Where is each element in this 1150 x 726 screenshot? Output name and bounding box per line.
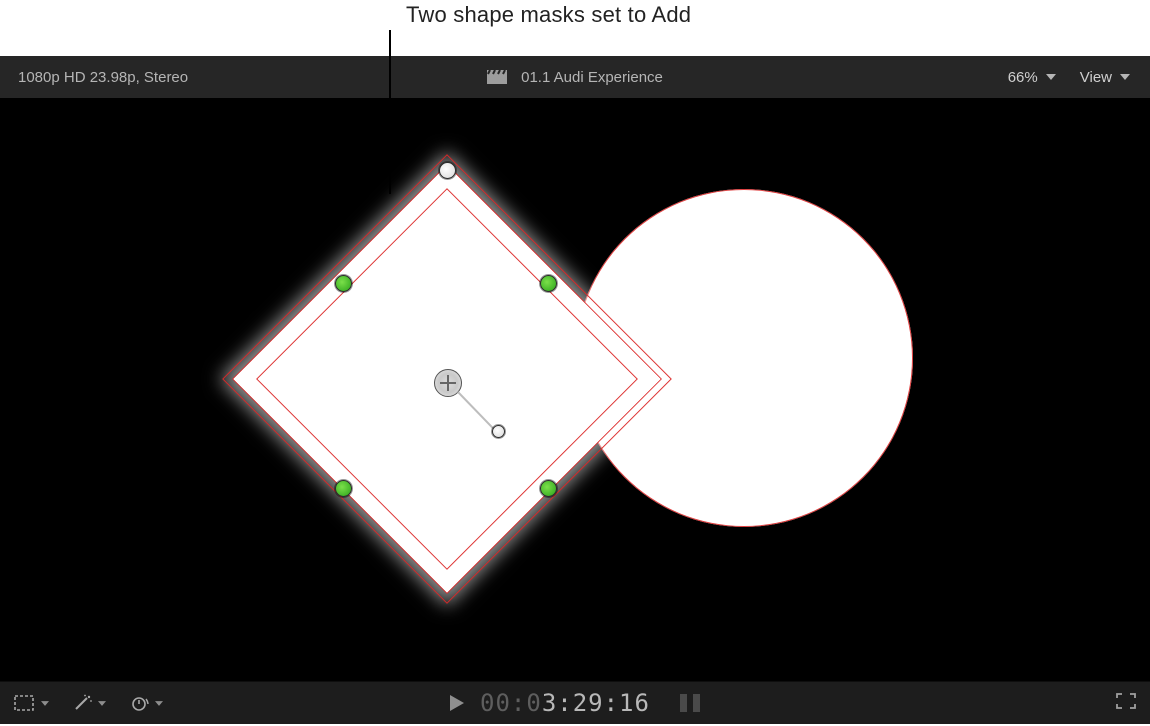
video-frame: [60, 105, 1090, 669]
callout-leader-line: [389, 30, 391, 194]
fullscreen-button[interactable]: [1116, 696, 1136, 713]
chevron-down-icon: [1120, 74, 1130, 80]
loop-range-handles[interactable]: [680, 694, 700, 712]
view-menu[interactable]: View: [1080, 69, 1130, 86]
zoom-menu[interactable]: 66%: [1008, 69, 1056, 86]
transform-crop-menu[interactable]: [14, 695, 49, 711]
viewer-footer: 00:03:29:16: [0, 681, 1150, 724]
viewer-canvas[interactable]: [0, 98, 1150, 682]
chevron-down-icon: [41, 701, 49, 706]
mask-corner-handle[interactable]: [439, 162, 456, 179]
mask-edge-handle[interactable]: [335, 480, 352, 497]
viewer-panel: 1080p HD 23.98p, Stereo 01.1 Audi Experi…: [0, 56, 1150, 724]
timecode-prefix: 00:0: [480, 689, 542, 717]
zoom-value: 66%: [1008, 69, 1038, 86]
mask-edge-handle[interactable]: [335, 275, 352, 292]
play-button[interactable]: [450, 695, 464, 711]
retime-menu[interactable]: [130, 695, 163, 711]
view-label: View: [1080, 69, 1112, 86]
mask-edge-handle[interactable]: [540, 480, 557, 497]
viewer-header: 1080p HD 23.98p, Stereo 01.1 Audi Experi…: [0, 56, 1150, 99]
timecode-value: 3:29:16: [542, 689, 650, 717]
enhance-wand-menu[interactable]: [73, 694, 106, 712]
chevron-down-icon: [155, 701, 163, 706]
instructional-annotation: Two shape masks set to Add: [0, 0, 1150, 56]
clip-name-label[interactable]: 01.1 Audi Experience: [521, 69, 663, 86]
mask-edge-handle[interactable]: [540, 275, 557, 292]
chevron-down-icon: [1046, 74, 1056, 80]
rotation-handle[interactable]: [492, 425, 505, 438]
clapperboard-icon: [487, 70, 507, 84]
timecode-display[interactable]: 00:03:29:16: [480, 689, 650, 717]
chevron-down-icon: [98, 701, 106, 706]
callout-label: Two shape masks set to Add: [406, 2, 691, 28]
